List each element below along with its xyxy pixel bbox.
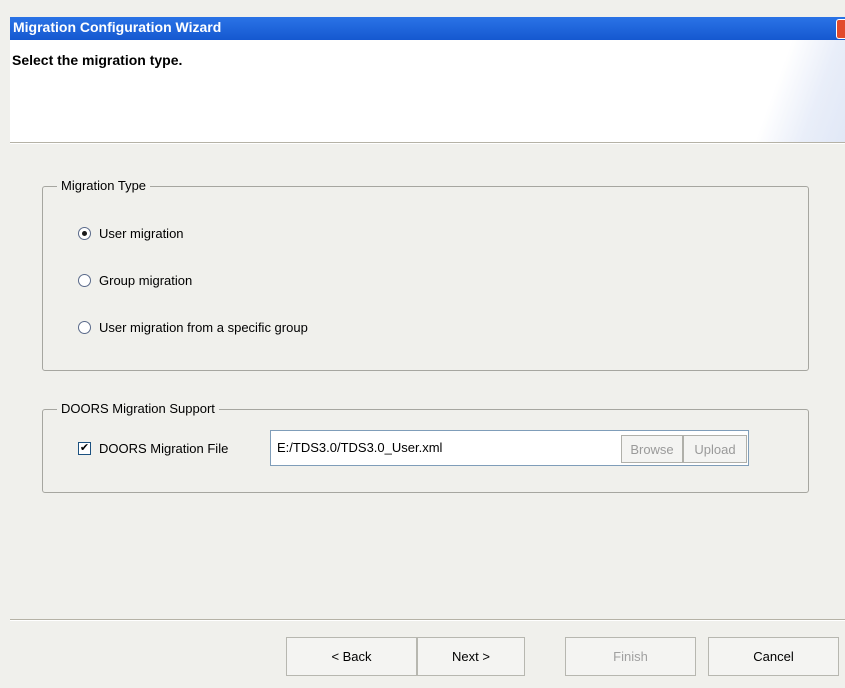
checkbox-label: DOORS Migration File <box>99 441 229 456</box>
browse-button[interactable]: Browse <box>621 435 683 463</box>
upload-button[interactable]: Upload <box>683 435 747 463</box>
wizard-header: Select the migration type. <box>10 40 845 142</box>
back-button[interactable]: < Back <box>286 637 417 676</box>
radio-user-from-group[interactable]: User migration from a specific group <box>78 320 308 335</box>
doors-support-legend: DOORS Migration Support <box>57 401 219 416</box>
radio-user-migration[interactable]: User migration <box>78 226 184 241</box>
title-bar: Migration Configuration Wizard <box>10 17 845 40</box>
header-decoration <box>745 40 845 142</box>
close-icon[interactable] <box>836 19 845 39</box>
radio-button[interactable] <box>78 274 91 287</box>
finish-button[interactable]: Finish <box>565 637 696 676</box>
footer-divider <box>10 619 845 621</box>
radio-button-selected[interactable] <box>78 227 91 240</box>
cancel-button[interactable]: Cancel <box>708 637 839 676</box>
radio-label: User migration from a specific group <box>99 320 308 335</box>
window-title: Migration Configuration Wizard <box>13 19 222 35</box>
radio-group-migration[interactable]: Group migration <box>78 273 192 288</box>
page-subtitle: Select the migration type. <box>12 52 183 68</box>
radio-label: Group migration <box>99 273 193 288</box>
radio-label: User migration <box>99 226 184 241</box>
doors-file-path-field[interactable]: E:/TDS3.0/TDS3.0_User.xml Browse Upload <box>270 430 749 466</box>
checkbox-checked[interactable]: ✔ <box>78 442 91 455</box>
header-divider <box>10 142 845 144</box>
next-button[interactable]: Next > <box>417 637 525 676</box>
radio-button[interactable] <box>78 321 91 334</box>
doors-migration-file-checkbox[interactable]: ✔ DOORS Migration File <box>78 441 228 456</box>
migration-type-legend: Migration Type <box>57 178 151 193</box>
file-path-value[interactable]: E:/TDS3.0/TDS3.0_User.xml <box>277 440 442 455</box>
